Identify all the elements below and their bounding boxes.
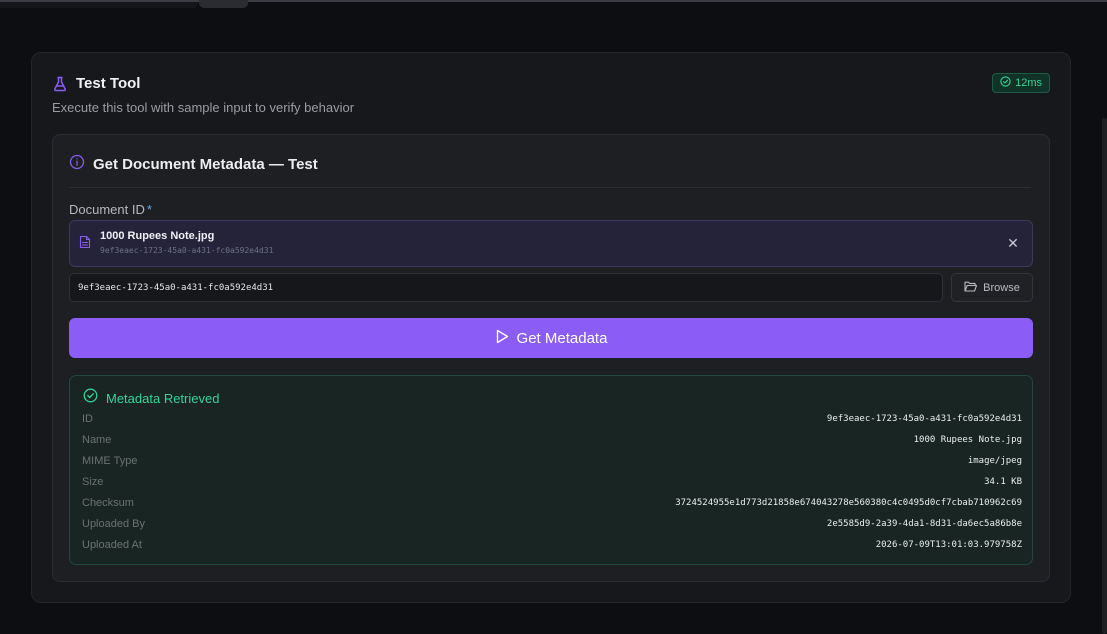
meta-key: Uploaded At xyxy=(82,538,142,551)
close-icon[interactable]: ✕ xyxy=(1006,234,1020,252)
test-form: Get Document Metadata — Test Document ID… xyxy=(52,134,1050,582)
meta-row-uploaded-at: Uploaded At 2026-07-09T13:01:03.979758Z xyxy=(82,534,1022,555)
test-header: Get Document Metadata — Test xyxy=(69,152,1031,188)
meta-value: 1000 Rupees Note.jpg xyxy=(913,434,1022,445)
meta-key: MIME Type xyxy=(82,454,138,467)
top-tab-area xyxy=(0,2,198,8)
file-icon xyxy=(79,235,91,254)
meta-key: Name xyxy=(82,433,112,446)
required-mark: * xyxy=(146,202,152,217)
file-name: 1000 Rupees Note.jpg xyxy=(100,230,215,242)
result-title: Metadata Retrieved xyxy=(106,390,220,406)
meta-key: Size xyxy=(82,475,104,488)
meta-value: 9ef3eaec-1723-45a0-a431-fc0a592e4d31 xyxy=(826,413,1022,424)
top-tab[interactable] xyxy=(199,0,248,8)
meta-row-checksum: Checksum 3724524955e1d773d21858e67404327… xyxy=(82,492,1022,513)
timing-badge: 12ms xyxy=(992,73,1050,93)
get-metadata-label: Get Metadata xyxy=(516,329,608,347)
folder-open-icon xyxy=(964,281,978,295)
browse-label: Browse xyxy=(983,281,1020,294)
timing-value: 12ms xyxy=(1015,77,1042,89)
test-title: Get Document Metadata — Test xyxy=(93,155,318,173)
meta-row-name: Name 1000 Rupees Note.jpg xyxy=(82,429,1022,450)
meta-value: 2e5585d9-2a39-4da1-8d31-da6ec5a86b8e xyxy=(826,518,1022,529)
meta-key: Uploaded By xyxy=(82,517,145,530)
document-id-label-text: Document ID xyxy=(69,202,145,217)
meta-key: ID xyxy=(82,412,93,425)
meta-row-mime-type: MIME Type image/jpeg xyxy=(82,450,1022,471)
meta-row-size: Size 34.1 KB xyxy=(82,471,1022,492)
test-tool-panel: Test Tool Execute this tool with sample … xyxy=(31,52,1071,603)
meta-row-uploaded-by: Uploaded By 2e5585d9-2a39-4da1-8d31-da6e… xyxy=(82,513,1022,534)
meta-row-id: ID 9ef3eaec-1723-45a0-a431-fc0a592e4d31 xyxy=(82,408,1022,429)
file-id: 9ef3eaec-1723-45a0-a431-fc0a592e4d31 xyxy=(100,246,274,255)
panel-header: Test Tool Execute this tool with sample … xyxy=(52,75,354,115)
meta-value: image/jpeg xyxy=(967,455,1022,466)
scrollbar[interactable] xyxy=(1102,118,1107,634)
meta-value: 3724524955e1d773d21858e674043278e560380c… xyxy=(675,497,1022,508)
meta-value: 34.1 KB xyxy=(984,476,1022,487)
flask-icon xyxy=(52,76,68,92)
check-circle-icon xyxy=(83,388,98,408)
info-icon xyxy=(69,154,85,175)
document-id-input[interactable] xyxy=(69,273,943,302)
selected-file-chip[interactable]: 1000 Rupees Note.jpg 9ef3eaec-1723-45a0-… xyxy=(69,220,1033,267)
meta-key: Checksum xyxy=(82,496,134,509)
document-id-label: Document ID * xyxy=(69,202,152,217)
result-header: Metadata Retrieved xyxy=(83,388,219,408)
browse-button[interactable]: Browse xyxy=(951,273,1033,302)
meta-value: 2026-07-09T13:01:03.979758Z xyxy=(875,539,1022,550)
play-icon xyxy=(495,329,509,348)
panel-subtitle: Execute this tool with sample input to v… xyxy=(52,100,355,115)
check-circle-icon xyxy=(1000,76,1011,90)
panel-title: Test Tool xyxy=(76,75,141,92)
get-metadata-button[interactable]: Get Metadata xyxy=(69,318,1033,358)
metadata-result: Metadata Retrieved ID 9ef3eaec-1723-45a0… xyxy=(69,375,1033,565)
